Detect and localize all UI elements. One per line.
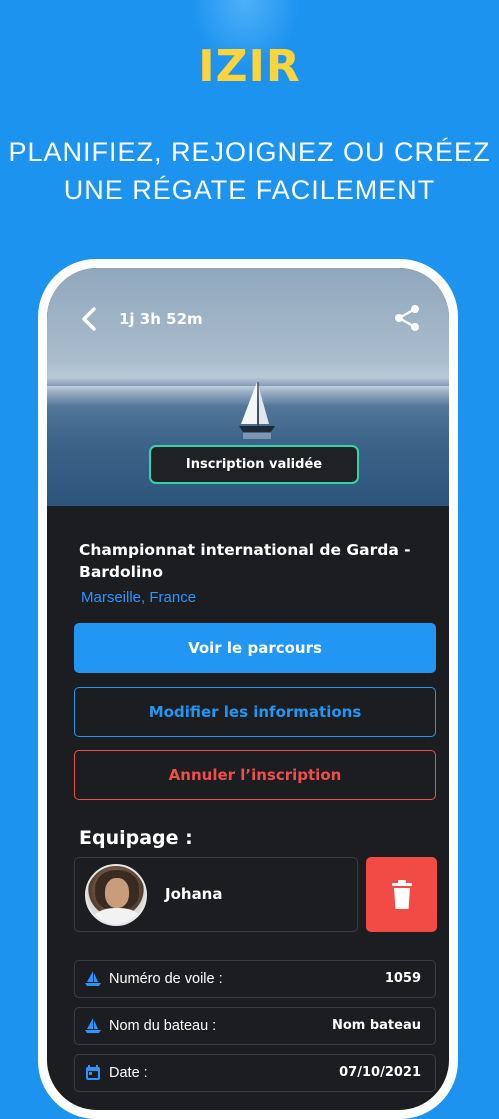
detail-value: 1059 <box>384 971 421 986</box>
headline-line-1: PLANIFIEZ, REJOIGNEZ OU CRÉEZ <box>8 137 491 167</box>
detail-label: Date : <box>109 1065 148 1081</box>
crew-heading: Equipage : <box>79 827 193 849</box>
sailboat-icon <box>85 971 101 986</box>
countdown-timer: 1j 3h 52m <box>119 310 203 328</box>
crew-member-card[interactable]: Johana <box>74 857 358 932</box>
detail-row-sail-number: Numéro de voile : 1059 <box>74 960 436 998</box>
sailboat-icon <box>85 1018 101 1033</box>
izir-logo: IZIR <box>198 41 301 92</box>
phone-frame: 1j 3h 52m Inscription validée Championna… <box>38 259 458 1119</box>
detail-value: 07/10/2021 <box>339 1065 421 1080</box>
view-course-button[interactable]: Voir le parcours <box>74 623 436 673</box>
headline: PLANIFIEZ, REJOIGNEZ OU CRÉEZ UNE RÉGATE… <box>0 133 499 209</box>
phone-screen: 1j 3h 52m Inscription validée Championna… <box>47 268 449 1110</box>
calendar-icon <box>86 1065 100 1080</box>
sailboat-image <box>239 382 275 439</box>
headline-line-2: UNE RÉGATE FACILEMENT <box>63 175 436 205</box>
event-title: Championnat international de Garda - Bar… <box>79 541 411 581</box>
status-badge: Inscription validée <box>149 445 359 484</box>
detail-label: Nom du bateau : <box>109 1018 217 1034</box>
hero-image: 1j 3h 52m Inscription validée <box>47 268 449 506</box>
cancel-registration-button[interactable]: Annuler l’inscription <box>74 750 436 800</box>
crew-member-name: Johana <box>165 885 223 903</box>
delete-member-button[interactable] <box>366 857 437 932</box>
event-location[interactable]: Marseille, France <box>81 589 196 606</box>
detail-label: Numéro de voile : <box>109 971 223 987</box>
avatar <box>85 864 147 926</box>
detail-row-boat-name: Nom du bateau : Nom bateau <box>74 1007 436 1045</box>
share-icon[interactable] <box>391 302 423 334</box>
trash-icon <box>391 879 412 909</box>
detail-row-date: Date : 07/10/2021 <box>74 1054 436 1092</box>
edit-info-button[interactable]: Modifier les informations <box>74 687 436 737</box>
detail-value: Nom bateau <box>331 1018 421 1033</box>
back-arrow-icon[interactable] <box>75 304 105 334</box>
